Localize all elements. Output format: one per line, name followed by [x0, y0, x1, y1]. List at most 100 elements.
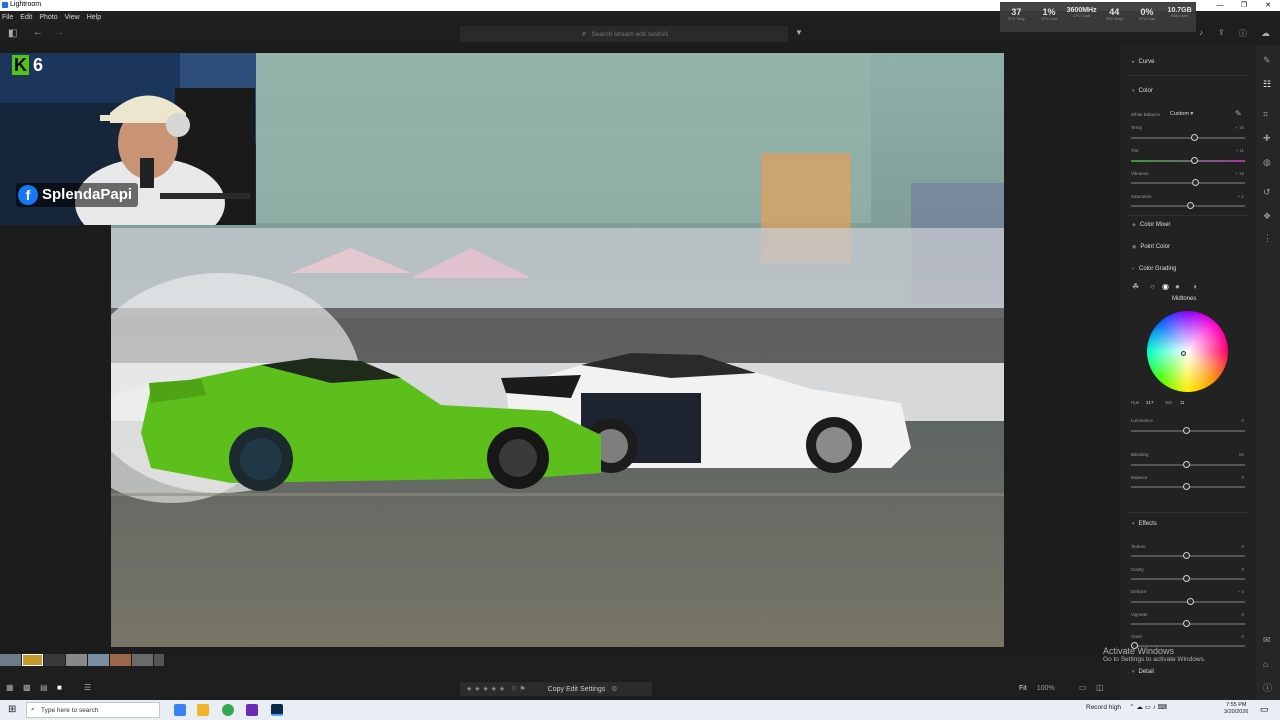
dehaze-slider[interactable] — [1131, 598, 1245, 605]
section-color-mixer[interactable]: ◈ Color Mixer — [1132, 222, 1171, 228]
sliders-icon[interactable]: ☷ — [1263, 79, 1271, 90]
detail-view-icon[interactable]: ▤ — [40, 683, 48, 692]
filmstrip-thumbnail[interactable] — [132, 654, 153, 666]
chrome-app-icon[interactable] — [222, 704, 234, 716]
filmstrip-thumbnail[interactable] — [44, 654, 65, 666]
filmstrip-thumbnail[interactable] — [22, 654, 43, 666]
comment-icon[interactable]: ✉ — [1263, 635, 1271, 646]
texture-value[interactable]: 0 — [1241, 544, 1244, 549]
luminance-value[interactable]: 0 — [1241, 418, 1244, 423]
loupe-view-icon[interactable]: ■ — [57, 683, 62, 692]
menu-photo[interactable]: Photo — [39, 14, 57, 21]
eyedropper-icon[interactable]: ✎ — [1235, 109, 1242, 118]
weather-status[interactable]: Record high — [1086, 704, 1121, 711]
compare-view-icon[interactable]: ◫ — [1096, 683, 1104, 692]
saturation-slider[interactable] — [1131, 202, 1245, 209]
fit-label[interactable]: Fit — [1019, 685, 1027, 692]
edit-icon[interactable]: ✎ — [1263, 55, 1271, 66]
forward-arrow-icon[interactable]: → — [54, 27, 64, 38]
maximize-button[interactable]: ❐ — [1232, 0, 1256, 11]
windows-start-icon[interactable]: ⊞ — [8, 704, 16, 715]
star-rating-icon[interactable]: ★ ★ ★ ★ ★ — [466, 685, 505, 693]
search-input[interactable]: ⌕ Search stream edit sesh#1 — [460, 26, 788, 42]
sat-value[interactable]: 11 — [1180, 400, 1185, 405]
filmstrip-thumbnail[interactable] — [66, 654, 87, 666]
menu-edit[interactable]: Edit — [20, 14, 32, 21]
notification-icon[interactable]: ▭ — [1260, 704, 1269, 715]
minimize-button[interactable]: — — [1208, 0, 1232, 11]
sort-icon[interactable]: ☰ — [84, 683, 91, 692]
section-curve[interactable]: ▸ Curve — [1132, 59, 1155, 65]
zoom-control[interactable]: Fit 100% — [1019, 685, 1055, 692]
highlights-wheel-icon[interactable]: ● — [1175, 282, 1180, 291]
masking-icon[interactable]: ◍ — [1263, 157, 1271, 168]
balance-slider[interactable] — [1131, 483, 1245, 490]
menu-help[interactable]: Help — [87, 14, 101, 21]
shadows-wheel-icon[interactable]: ○ — [1150, 282, 1155, 291]
filmstrip-thumbnail[interactable] — [110, 654, 131, 666]
balance-value[interactable]: 0 — [1241, 475, 1244, 480]
edge-app-icon[interactable] — [174, 704, 186, 716]
taskbar-search-input[interactable]: ⌕ Type here to search — [26, 702, 160, 718]
three-way-icon[interactable]: ☘ — [1132, 282, 1139, 291]
more-icon[interactable]: ⋮ — [1263, 233, 1272, 244]
square-grid-icon[interactable]: ▩ — [23, 683, 31, 692]
healing-icon[interactable]: ✚ — [1263, 133, 1271, 144]
section-color[interactable]: ▾ Color — [1132, 88, 1153, 94]
help-icon[interactable]: ⓘ — [1239, 28, 1247, 39]
zoom-level[interactable]: 100% — [1037, 685, 1055, 692]
file-explorer-app-icon[interactable] — [197, 704, 209, 716]
obs-app-icon[interactable] — [246, 704, 258, 716]
back-arrow-icon[interactable]: ← — [33, 27, 43, 38]
panel-toggle-icon[interactable]: ◧ — [8, 28, 17, 39]
settings-gear-icon[interactable]: ⚙ — [611, 685, 617, 693]
taskbar-clock[interactable]: 7:55 PM 3/20/2026 — [1224, 702, 1248, 716]
section-point-color[interactable]: ◉ Point Color — [1132, 244, 1170, 250]
copy-edit-settings-button[interactable]: Copy Edit Settings — [548, 686, 606, 693]
blending-value[interactable]: 50 — [1239, 452, 1244, 457]
presets-icon[interactable]: ❖ — [1263, 211, 1271, 222]
hue-value[interactable]: 217 — [1146, 400, 1154, 405]
clarity-slider[interactable] — [1131, 575, 1245, 582]
info-icon[interactable]: ⓘ — [1263, 681, 1272, 694]
section-color-grading[interactable]: ◐ Color Grading — [1132, 266, 1176, 272]
midtones-color-wheel[interactable] — [1147, 311, 1228, 392]
tint-slider[interactable] — [1131, 157, 1245, 164]
share-icon[interactable]: ⇪ — [1218, 28, 1225, 37]
vibrance-value[interactable]: + 18 — [1235, 171, 1244, 176]
filmstrip-thumbnail[interactable] — [154, 654, 164, 666]
tag-icon[interactable]: ⌂ — [1263, 659, 1268, 669]
luminance-slider[interactable] — [1131, 427, 1245, 434]
clarity-value[interactable]: 0 — [1241, 567, 1244, 572]
grain-value[interactable]: 0 — [1241, 634, 1244, 639]
saturation-value[interactable]: + 1 — [1238, 194, 1244, 199]
section-detail[interactable]: ▾ Detail — [1132, 669, 1154, 675]
filmstrip-thumbnail[interactable] — [88, 654, 109, 666]
vignette-value[interactable]: 0 — [1241, 612, 1244, 617]
menu-view[interactable]: View — [65, 14, 80, 21]
filmstrip-thumbnail[interactable] — [0, 654, 21, 666]
global-wheel-icon[interactable]: ◑ — [1192, 282, 1197, 291]
temp-value[interactable]: + 18 — [1235, 125, 1244, 130]
menu-file[interactable]: File — [2, 14, 13, 21]
close-button[interactable]: ✕ — [1256, 0, 1280, 11]
tint-value[interactable]: + 11 — [1235, 148, 1244, 153]
color-wheel-handle[interactable] — [1181, 351, 1186, 356]
dehaze-value[interactable]: + 5 — [1238, 589, 1244, 594]
bell-icon[interactable]: ♪ — [1199, 28, 1203, 37]
temp-slider[interactable] — [1131, 134, 1245, 141]
crop-icon[interactable]: ⌗ — [1263, 109, 1268, 120]
cloud-icon[interactable]: ☁ — [1261, 28, 1270, 39]
section-effects[interactable]: ▾ Effects — [1132, 521, 1157, 527]
filmstrip-toggle-icon[interactable]: ▭ — [1079, 683, 1087, 692]
blending-slider[interactable] — [1131, 461, 1245, 468]
grid-view-icon[interactable]: ▦ — [6, 683, 14, 692]
vignette-slider[interactable] — [1131, 620, 1245, 627]
filter-icon[interactable]: ▼ — [795, 28, 803, 37]
history-icon[interactable]: ↺ — [1263, 187, 1271, 198]
lightroom-app-icon[interactable] — [271, 704, 283, 716]
tray-icons[interactable]: ⌃ ☁ ▭ ♪ ⌨ — [1129, 703, 1167, 711]
white-balance-dropdown[interactable]: Custom ▾ — [1170, 111, 1193, 117]
flag-icon[interactable]: ⚐ ⚑ — [511, 685, 526, 693]
texture-slider[interactable] — [1131, 552, 1245, 559]
